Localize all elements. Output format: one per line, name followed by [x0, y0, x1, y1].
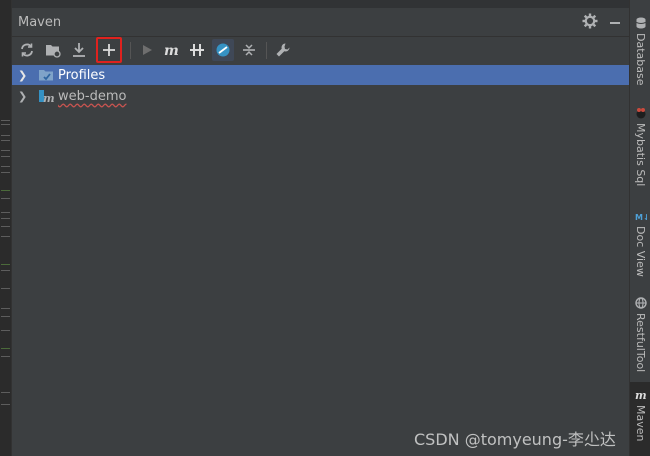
mybatis-icon [634, 106, 647, 119]
minimize-icon[interactable] [610, 22, 620, 24]
gear-icon[interactable] [582, 13, 598, 29]
collapse-all-icon[interactable] [238, 39, 260, 61]
svg-text:m: m [635, 389, 647, 401]
tab-label: Maven [634, 405, 647, 442]
editor-gutter [0, 0, 12, 456]
execute-maven-goal-icon[interactable]: m [160, 39, 182, 61]
tab-maven[interactable]: m Maven [630, 382, 650, 456]
right-tool-strip: Database Mybatis Sql M↓ Doc View Restful… [629, 0, 650, 456]
toolbar-separator [130, 42, 131, 59]
generate-sources-folder-icon[interactable] [42, 39, 64, 61]
toggle-skip-tests-icon[interactable] [212, 39, 234, 61]
tab-restfultool[interactable]: RestfulTool [630, 290, 650, 372]
tree-item-label: Profiles [58, 67, 106, 83]
tab-database[interactable]: Database [630, 10, 650, 86]
tool-window-header: Maven [12, 8, 629, 37]
watermark-text: CSDN @tomyeung-李尐达 [414, 430, 616, 449]
run-icon[interactable] [136, 39, 158, 61]
maven-tool-window: Maven m ❯ Profiles ❯ m web-demo [12, 0, 629, 456]
add-button-highlight [96, 37, 122, 63]
tool-window-title: Maven [18, 15, 62, 30]
tab-mybatis-sql[interactable]: Mybatis Sql [630, 100, 650, 186]
tab-label: RestfulTool [634, 313, 647, 373]
wrench-settings-icon[interactable] [272, 39, 294, 61]
svg-text:m: m [43, 92, 54, 104]
tab-doc-view[interactable]: M↓ Doc View [630, 203, 650, 277]
tree-item-label: web-demo [58, 88, 127, 104]
download-sources-icon[interactable] [68, 39, 90, 61]
tab-label: Database [634, 33, 647, 86]
database-icon [634, 16, 647, 29]
profiles-folder-icon [38, 67, 54, 83]
toolbar-separator [266, 42, 267, 59]
toggle-offline-mode-icon[interactable] [186, 39, 208, 61]
chevron-right-icon[interactable]: ❯ [18, 69, 30, 82]
window-top-bar [12, 0, 629, 8]
maven-project-tree: ❯ Profiles ❯ m web-demo [12, 65, 629, 456]
reload-icon[interactable] [16, 39, 38, 61]
maven-module-icon: m [38, 88, 54, 104]
tab-label: Mybatis Sql [634, 123, 647, 187]
tab-label: Doc View [634, 226, 647, 277]
tree-item-web-demo[interactable]: ❯ m web-demo [12, 86, 629, 106]
maven-icon: m [634, 388, 647, 401]
maven-toolbar: m [12, 37, 629, 64]
globe-icon [634, 296, 647, 309]
svg-text:m: m [164, 43, 179, 58]
svg-text:M↓: M↓ [635, 213, 647, 222]
doc-view-icon: M↓ [634, 209, 647, 222]
tree-item-profiles[interactable]: ❯ Profiles [12, 65, 629, 85]
chevron-right-icon[interactable]: ❯ [18, 90, 30, 103]
